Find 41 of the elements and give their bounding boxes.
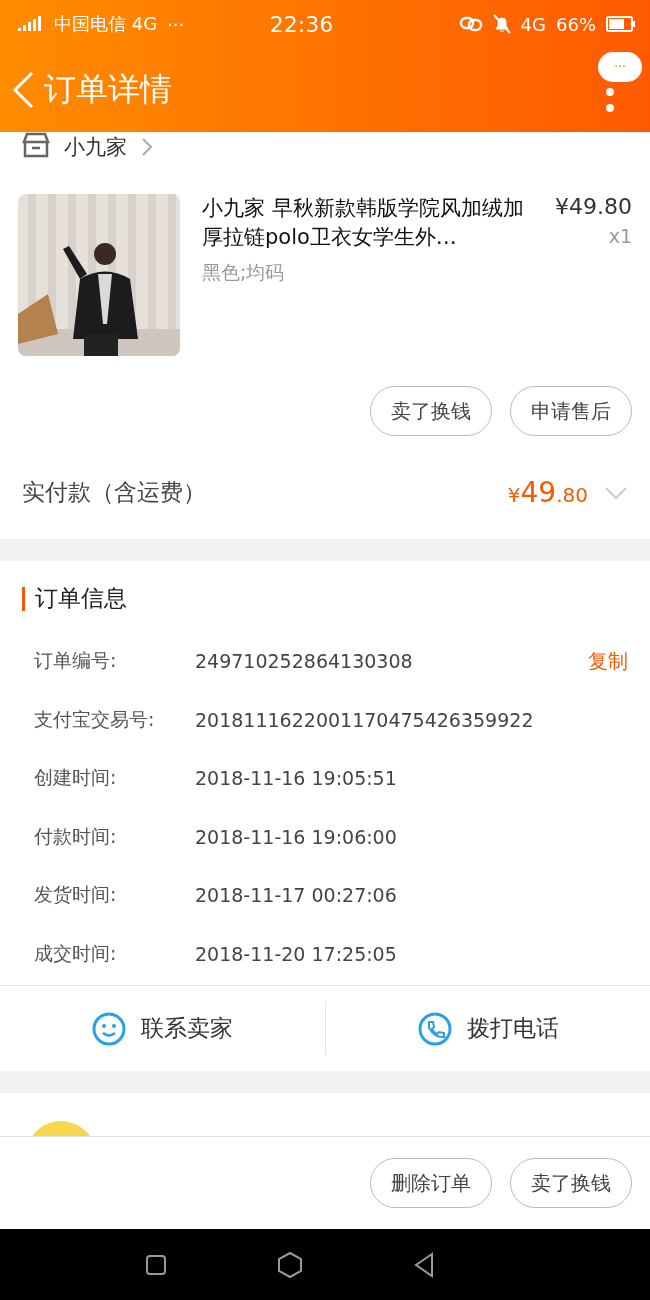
info-label: 支付宝交易号:: [34, 706, 156, 732]
action-button[interactable]: 卖了换钱: [510, 1158, 632, 1208]
chevron-icon: [141, 137, 153, 157]
action-button[interactable]: 删除订单: [370, 1158, 492, 1208]
section-title: 订单信息: [35, 584, 127, 613]
link-icon: [458, 15, 483, 33]
info-label: 订单编号:: [34, 648, 118, 674]
product-title[interactable]: 小九家 早秋新款韩版学院风加绒加厚拉链polo卫衣女学生外…: [202, 194, 533, 252]
home-icon[interactable]: [277, 1250, 303, 1279]
product-spec: 黑色;均码: [202, 260, 286, 285]
dots-icon[interactable]: [606, 88, 614, 114]
info-value: 2018-11-20 17:25:05: [195, 942, 398, 965]
carrier-label: 中国电信 4G: [54, 12, 158, 36]
product-quantity: x1: [608, 225, 632, 247]
info-label: 发货时间:: [34, 882, 118, 908]
mute-bell-icon: [492, 14, 511, 34]
store-icon: [22, 132, 50, 158]
info-value: 2018-11-16 19:06:00: [195, 825, 398, 848]
info-label: 创建时间:: [34, 765, 118, 791]
action-button[interactable]: 卖了换钱: [370, 386, 492, 436]
page-title: 订单详情: [44, 69, 172, 110]
status-time: 22:36: [268, 11, 335, 37]
payment-label: 实付款（含运费）: [22, 478, 207, 507]
battery-icon: [606, 16, 636, 32]
battery-label: 66%: [556, 13, 596, 35]
more-indicator: ···: [167, 13, 185, 35]
info-value: 2018-11-16 19:05:51: [195, 767, 398, 790]
phone-icon: [416, 1010, 453, 1047]
product-price: ¥49.80: [555, 194, 632, 219]
info-value: 2018-11-17 00:27:06: [195, 884, 398, 907]
chat-icon: [91, 1010, 128, 1047]
info-value: 249710252864130308: [195, 650, 414, 673]
payment-amount: ¥49.80: [507, 476, 588, 509]
back-nav-icon[interactable]: [413, 1251, 435, 1278]
recents-icon[interactable]: [145, 1253, 167, 1276]
info-label: 付款时间:: [34, 823, 118, 849]
action-button[interactable]: 申请售后: [510, 386, 632, 436]
info-label: 成交时间:: [34, 940, 118, 966]
info-value: 2018111622001170475426359922: [195, 708, 535, 731]
store-name[interactable]: 小九家: [64, 133, 127, 161]
network-label: 4G: [520, 13, 546, 35]
